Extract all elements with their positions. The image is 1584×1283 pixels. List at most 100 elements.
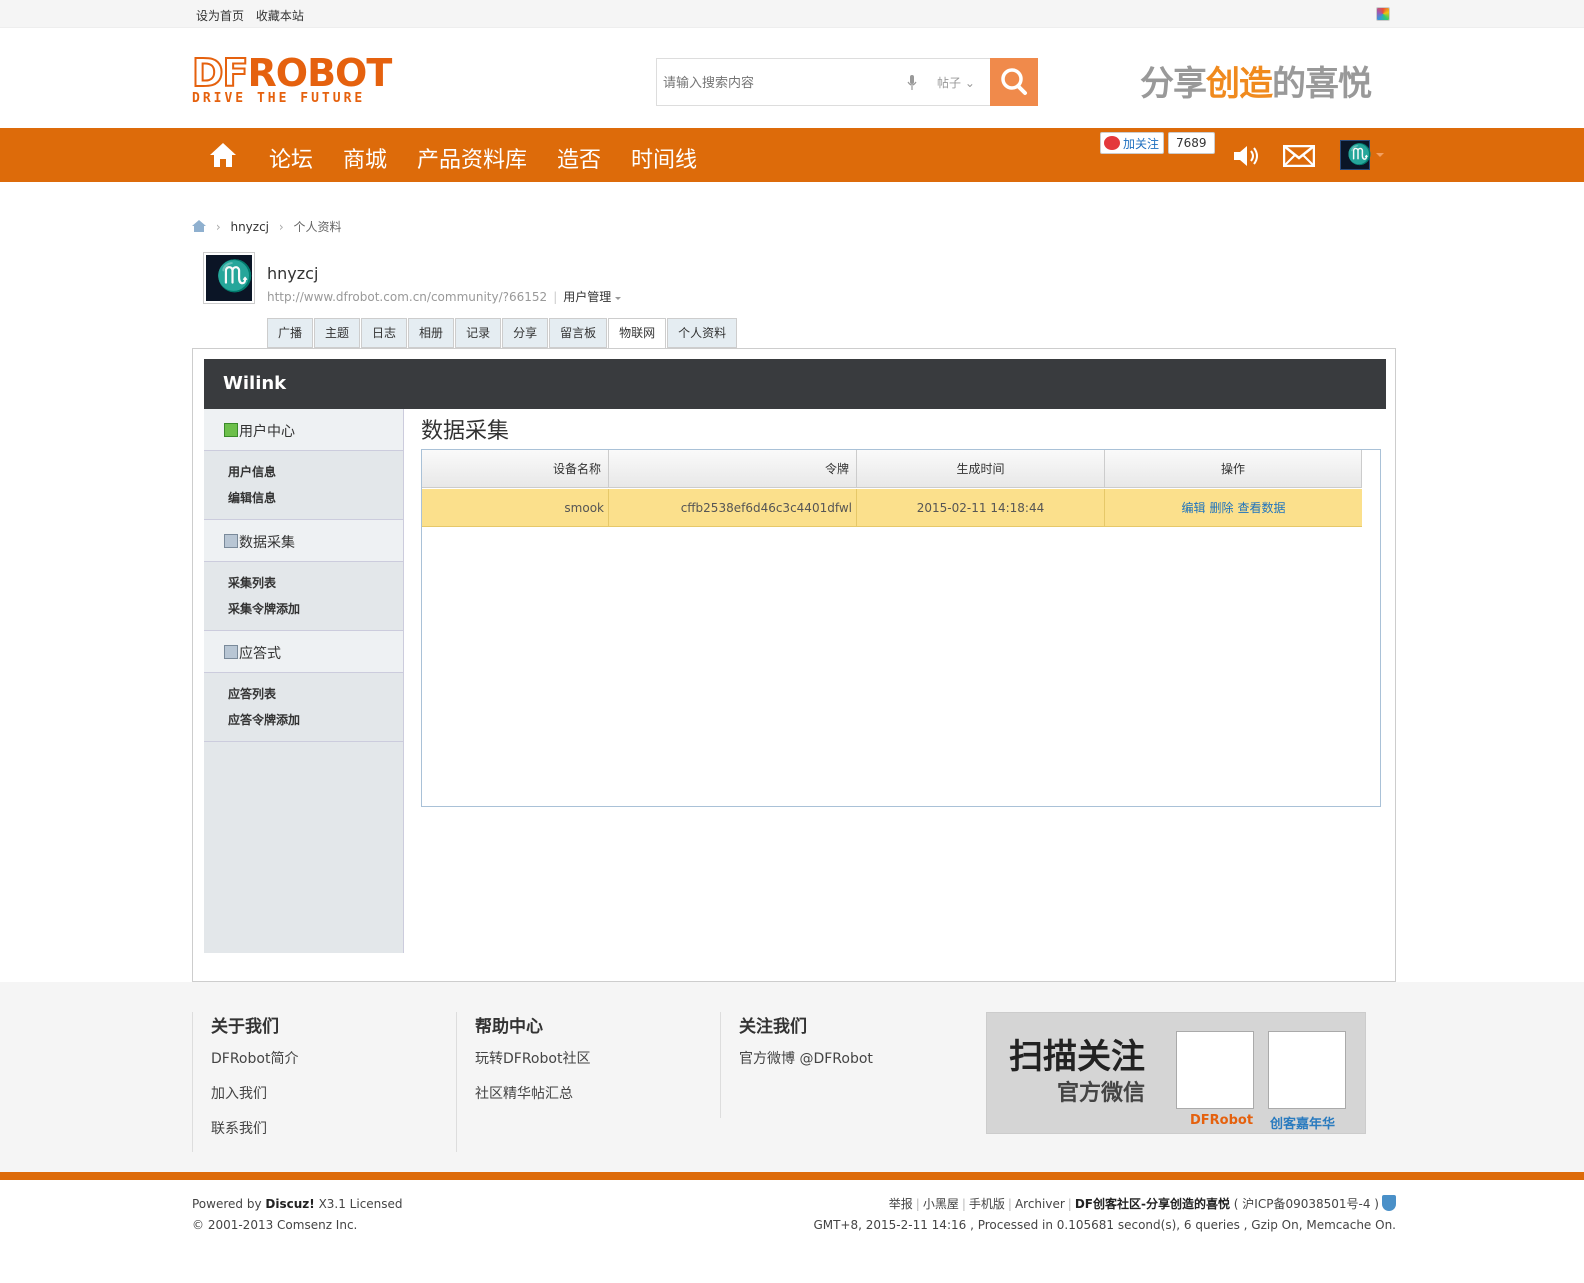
tab-broadcast[interactable]: 广播 [267, 318, 314, 348]
microphone-icon[interactable] [907, 75, 917, 91]
icp-link[interactable]: ( 沪ICP备09038501号-4 ) [1234, 1197, 1379, 1211]
sidebar-item-edit-info[interactable]: 编辑信息 [228, 485, 403, 511]
profile-avatar[interactable]: ♏ [203, 252, 255, 304]
sidebar-section-data-collection[interactable]: 数据采集 [204, 520, 403, 562]
stats-text: GMT+8, 2015-2-11 14:16 , Processed in 0.… [813, 1218, 1396, 1232]
weibo-follow-button[interactable]: 加关注 [1100, 132, 1165, 154]
user-center-icon [224, 423, 238, 437]
search-button[interactable] [990, 58, 1038, 106]
monitor-icon [224, 534, 238, 548]
nav-item-timeline[interactable]: 时间线 [631, 142, 697, 174]
tab-blog[interactable]: 日志 [361, 318, 408, 348]
sidebar-item-add-response-token[interactable]: 应答令牌添加 [228, 707, 403, 733]
footer-follow: 关注我们 官方微博 @DFRobot [720, 1012, 873, 1118]
mobile-link[interactable]: 手机版 [969, 1197, 1005, 1211]
blacklist-link[interactable]: 小黑屋 [923, 1197, 959, 1211]
sidebar-section-user-center[interactable]: 用户中心 [204, 409, 403, 451]
profile-tabs: 广播 主题 日志 相册 记录 分享 留言板 物联网 个人资料 [267, 318, 738, 349]
copyright-text: © 2001-2013 Comsenz Inc. [192, 1218, 358, 1232]
edit-link[interactable]: 编辑 [1181, 501, 1205, 515]
top-bar: 设为首页 收藏本站 [0, 0, 1584, 28]
search-type-select[interactable]: 帖子 ⌄ [937, 74, 975, 91]
sidebar-item-response-list[interactable]: 应答列表 [228, 681, 403, 707]
qr-label-maker: 创客嘉年华 [1270, 1117, 1336, 1132]
view-data-link[interactable]: 查看数据 [1238, 501, 1286, 515]
home-icon[interactable] [208, 141, 238, 169]
table-row: smook cffb2538ef6d46c3c4401dfwl 2015-02-… [422, 489, 1362, 527]
sidebar-submenu: 用户信息 编辑信息 [204, 451, 403, 520]
footer-link[interactable]: 玩转DFRobot社区 [475, 1047, 590, 1082]
footer-about-title: 关于我们 [211, 1017, 279, 1037]
shield-icon[interactable] [1382, 1195, 1396, 1211]
tab-share[interactable]: 分享 [502, 318, 549, 348]
sidebar-item-collection-list[interactable]: 采集列表 [228, 570, 403, 596]
profile-url-row: http://www.dfrobot.com.cn/community/?661… [267, 288, 622, 305]
tab-profile[interactable]: 个人资料 [667, 318, 738, 348]
cell-device-name: smook [422, 489, 609, 527]
qr-code-icon [1268, 1031, 1346, 1109]
footer-link[interactable]: 联系我们 [211, 1117, 298, 1152]
qr-subtitle: 官方微信 [1057, 1081, 1146, 1106]
tab-album[interactable]: 相册 [408, 318, 455, 348]
copyright-right: 举报 | 小黑屋 | 手机版 | Archiver | DF创客社区-分享创造的喜悦 ( 沪IC… [813, 1194, 1396, 1236]
sidebar-submenu: 应答列表 应答令牌添加 [204, 673, 403, 742]
footer-link[interactable]: 社区精华帖汇总 [475, 1082, 590, 1117]
profile-url[interactable]: http://www.dfrobot.com.cn/community/?661… [267, 290, 547, 304]
footer: 关于我们 DFRobot简介 加入我们 联系我们 帮助中心 玩转DFRobot社… [0, 982, 1584, 1172]
nav-item-zaofou[interactable]: 造否 [557, 142, 601, 174]
chevron-down-icon[interactable] [1376, 153, 1384, 161]
sidebar-item-add-collection-token[interactable]: 采集令牌添加 [228, 596, 403, 622]
data-table: 设备名称 令牌 生成时间 操作 smook cffb2538ef6d46c3c4… [421, 449, 1381, 807]
sidebar-item-user-info[interactable]: 用户信息 [228, 459, 403, 485]
delete-link[interactable]: 删除 [1209, 501, 1233, 515]
weibo-follower-count: 7689 [1168, 132, 1215, 154]
column-header-time: 生成时间 [857, 450, 1105, 488]
user-avatar[interactable]: ♏ [1340, 140, 1372, 170]
site-name[interactable]: DF创客社区-分享创造的喜悦 [1075, 1197, 1230, 1211]
wilink-sidebar: 用户中心 用户信息 编辑信息 数据采集 采集列表 采集令牌添加 应答式 应答列表… [204, 409, 404, 953]
tab-guestbook[interactable]: 留言板 [549, 318, 608, 348]
weibo-icon [1104, 136, 1120, 150]
qr-label-dfrobot: DFRobot [1190, 1113, 1254, 1128]
qr-code-icon [1176, 1031, 1254, 1109]
footer-link[interactable]: DFRobot简介 [211, 1047, 298, 1082]
volume-icon[interactable] [1232, 143, 1262, 169]
tab-records[interactable]: 记录 [455, 318, 502, 348]
cell-token: cffb2538ef6d46c3c4401dfwl [609, 489, 857, 527]
chevron-down-icon [615, 297, 622, 303]
footer-link[interactable]: 加入我们 [211, 1082, 298, 1117]
cell-actions: 编辑 删除 查看数据 [1105, 489, 1362, 527]
theme-color-icon[interactable] [1376, 7, 1390, 21]
nav-item-product-library[interactable]: 产品资料库 [417, 142, 527, 174]
tab-threads[interactable]: 主题 [314, 318, 361, 348]
breadcrumb: › hnyzcj › 个人资料 [192, 218, 342, 235]
header: DFROBOT DRIVE THE FUTURE 帖子 ⌄ 分享创造的喜悦 [0, 28, 1584, 128]
table-header: 设备名称 令牌 生成时间 操作 [422, 450, 1362, 488]
breadcrumb-user[interactable]: hnyzcj [230, 220, 269, 234]
footer-help-title: 帮助中心 [475, 1017, 543, 1037]
footer-divider [0, 1172, 1584, 1180]
tab-iot[interactable]: 物联网 [608, 318, 667, 349]
nav-item-forum[interactable]: 论坛 [269, 142, 313, 174]
discuz-link[interactable]: Discuz! [265, 1197, 314, 1211]
cell-time: 2015-02-11 14:18:44 [857, 489, 1105, 527]
dfrobot-logo[interactable]: DFROBOT DRIVE THE FUTURE [191, 53, 432, 106]
sidebar-section-response[interactable]: 应答式 [204, 631, 403, 673]
qr-title: 扫描关注 [1009, 1037, 1145, 1077]
home-icon[interactable] [192, 220, 206, 232]
breadcrumb-page: 个人资料 [293, 220, 342, 234]
wilink-header: Wilink [204, 359, 1386, 409]
user-manage-menu[interactable]: 用户管理 [563, 290, 622, 304]
footer-link[interactable]: 官方微博 @DFRobot [739, 1047, 873, 1082]
nav-item-shop[interactable]: 商城 [343, 142, 387, 174]
profile-username: hnyzcj [267, 264, 319, 283]
mail-icon[interactable] [1283, 145, 1315, 167]
report-link[interactable]: 举报 [889, 1197, 913, 1211]
set-homepage-link[interactable]: 设为首页 [196, 9, 244, 23]
search-icon [1001, 68, 1027, 95]
monitor-icon [224, 645, 238, 659]
archiver-link[interactable]: Archiver [1015, 1197, 1065, 1211]
search-input[interactable] [663, 72, 893, 92]
column-header-token: 令牌 [609, 450, 857, 488]
bookmark-link[interactable]: 收藏本站 [256, 9, 304, 23]
